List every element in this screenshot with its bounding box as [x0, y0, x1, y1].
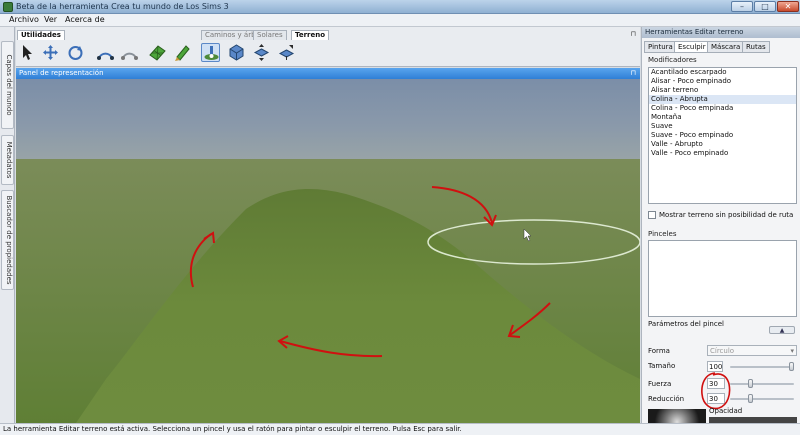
close-button[interactable]: ✕: [777, 1, 799, 12]
tab-solares[interactable]: Solares: [253, 30, 287, 40]
tab-capas-del-mundo[interactable]: Capas del mundo: [1, 41, 14, 129]
brushes-list[interactable]: [648, 240, 797, 317]
menu-ver[interactable]: Ver: [44, 15, 57, 24]
toolbar-pin-icon[interactable]: ⊓: [631, 30, 636, 38]
show-terrain-row[interactable]: Mostrar terreno sin posibilidad de ruta: [648, 211, 793, 221]
modifiers-list[interactable]: Acantilado escarpado Alisar - Poco empin…: [648, 67, 797, 204]
move-tool-icon[interactable]: [41, 43, 60, 62]
list-item[interactable]: Alisar terreno: [649, 86, 796, 95]
list-item[interactable]: Valle - Poco empinado: [649, 149, 796, 158]
shape-label: Forma: [648, 347, 670, 355]
collapse-params-button[interactable]: ▲: [769, 326, 795, 334]
falloff-slider-track[interactable]: [730, 398, 794, 400]
tab-capas-label: Capas del mundo: [5, 54, 13, 116]
tab-mascara[interactable]: Máscara: [707, 41, 745, 53]
tab-pintura[interactable]: Pintura: [644, 41, 677, 53]
strength-slider-track[interactable]: [730, 383, 794, 385]
left-side-tabs: Capas del mundo Metadatos Buscador de pr…: [0, 27, 15, 423]
window-title: Beta de la herramienta Crea tu mundo de …: [16, 2, 229, 11]
terrain-tools-panel: Herramientas Editar terreno Pintura Escu…: [641, 27, 800, 425]
menu-bar: Archivo Ver Acerca de: [0, 14, 800, 27]
title-bar: Beta de la herramienta Crea tu mundo de …: [0, 0, 800, 14]
status-bar: La herramienta Editar terreno está activ…: [0, 423, 800, 435]
paint-tool-icon[interactable]: [173, 43, 192, 62]
viewport-title: Panel de representación: [19, 69, 104, 77]
falloff-slider-thumb[interactable]: [748, 394, 753, 403]
select-tool-icon[interactable]: [19, 43, 38, 62]
arc-tool-icon[interactable]: [96, 43, 115, 62]
list-item[interactable]: Suave - Poco empinado: [649, 131, 796, 140]
tab-buscador-label: Buscador de propiedades: [5, 195, 13, 285]
show-terrain-checkbox[interactable]: [648, 211, 656, 219]
params-title: Parámetros del pincel: [648, 320, 724, 328]
shape-value: Círculo: [710, 347, 735, 355]
path-tool-icon[interactable]: [120, 43, 139, 62]
minimize-button[interactable]: –: [731, 1, 753, 12]
strength-label: Fuerza: [648, 380, 672, 388]
tab-esculpir[interactable]: Esculpir: [674, 41, 710, 53]
brushes-label: Pinceles: [648, 230, 677, 238]
tab-metadatos[interactable]: Metadatos: [1, 135, 14, 185]
raise-terrain-icon[interactable]: [252, 43, 271, 62]
menu-archivo[interactable]: Archivo: [9, 15, 39, 24]
list-item[interactable]: Acantilado escarpado: [649, 68, 796, 77]
annotation-circle: [701, 372, 731, 410]
chevron-down-icon: ▾: [790, 347, 794, 355]
size-slider-thumb[interactable]: [789, 362, 794, 371]
tab-utilidades[interactable]: Utilidades: [17, 30, 65, 40]
opacity-label: Opacidad: [709, 407, 743, 415]
cube-terrain-icon[interactable]: [227, 43, 246, 62]
list-item[interactable]: Colina - Poco empinada: [649, 104, 796, 113]
lower-terrain-icon[interactable]: [277, 43, 296, 62]
maximize-button[interactable]: □: [754, 1, 776, 12]
shape-select[interactable]: Círculo ▾: [707, 345, 797, 356]
tab-metadatos-label: Metadatos: [5, 141, 13, 179]
list-item[interactable]: Alisar - Poco empinado: [649, 77, 796, 86]
panel-header: Herramientas Editar terreno: [642, 27, 800, 38]
app-icon: [3, 2, 13, 12]
tab-terreno[interactable]: Terreno: [291, 30, 330, 40]
tab-rutas[interactable]: Rutas: [742, 41, 770, 53]
list-item[interactable]: Suave: [649, 122, 796, 131]
tab-buscador-de-propiedades[interactable]: Buscador de propiedades: [1, 190, 14, 290]
modifiers-label: Modificadores: [648, 56, 697, 64]
toolbar: Utilidades Caminos y árboles Solares Ter…: [16, 27, 640, 67]
list-item[interactable]: Valle - Abrupto: [649, 140, 796, 149]
viewport-header: Panel de representación ⊓: [16, 68, 640, 79]
grid-tool-icon[interactable]: [148, 43, 167, 62]
strength-slider-thumb[interactable]: [748, 379, 753, 388]
size-slider-track[interactable]: [730, 366, 794, 368]
menu-acerca-de[interactable]: Acerca de: [65, 15, 105, 24]
viewport-pin-icon[interactable]: ⊓: [631, 68, 636, 79]
rotate-tool-icon[interactable]: [66, 43, 85, 62]
show-terrain-label: Mostrar terreno sin posibilidad de ruta: [659, 211, 794, 219]
size-label: Tamaño: [648, 362, 676, 370]
falloff-label: Reducción: [648, 395, 685, 403]
terrain-scene[interactable]: [16, 79, 640, 423]
list-item-selected[interactable]: Colina - Abrupta: [649, 95, 796, 104]
brush-tool-icon[interactable]: [201, 43, 220, 62]
list-item[interactable]: Montaña: [649, 113, 796, 122]
render-viewport[interactable]: Panel de representación ⊓: [16, 68, 640, 423]
sky: [16, 79, 640, 164]
